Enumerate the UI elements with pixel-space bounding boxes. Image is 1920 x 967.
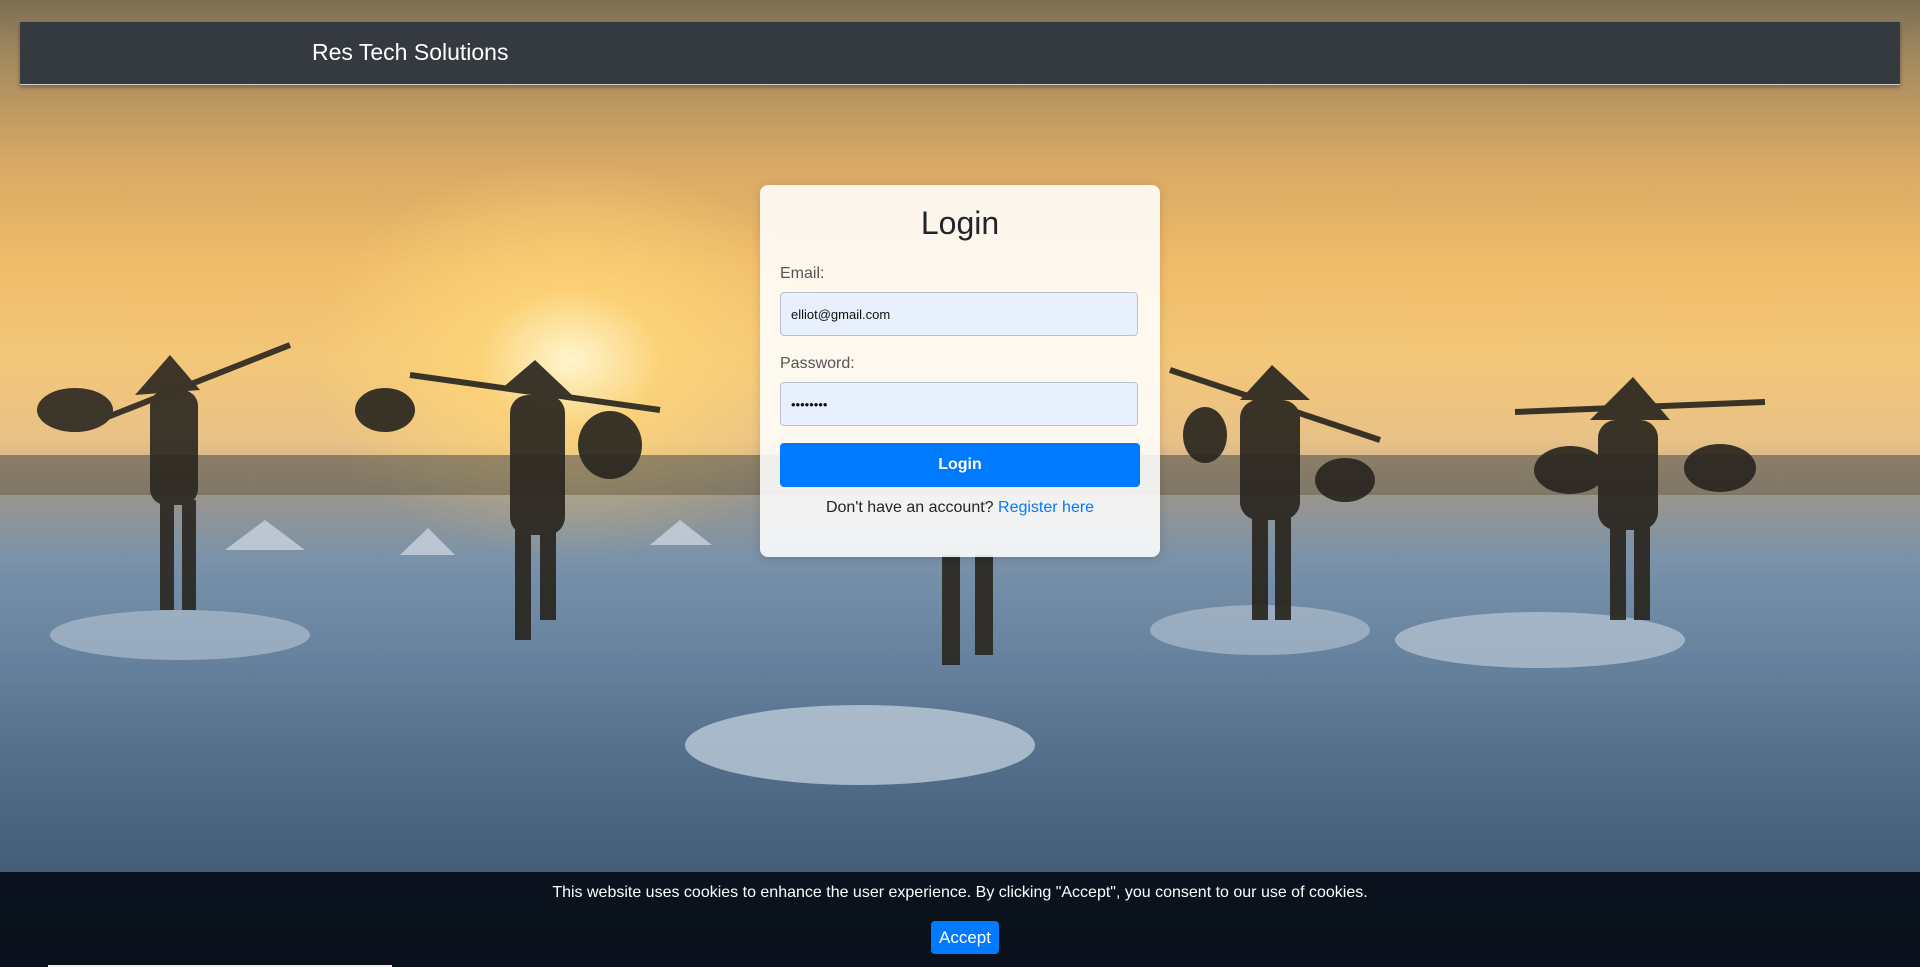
- accept-cookies-button[interactable]: Accept: [931, 921, 999, 954]
- register-link[interactable]: Register here: [998, 499, 1094, 516]
- cookie-banner: This website uses cookies to enhance the…: [0, 872, 1920, 967]
- password-label: Password:: [780, 355, 855, 372]
- email-input[interactable]: [780, 292, 1138, 336]
- cookie-message: This website uses cookies to enhance the…: [552, 884, 1368, 901]
- register-prompt-line: Don't have an account? Register here: [760, 499, 1160, 517]
- login-card: Login Email: Password: Login Don't have …: [760, 185, 1160, 557]
- login-button[interactable]: Login: [780, 443, 1140, 487]
- password-input[interactable]: [780, 382, 1138, 426]
- register-prompt-text: Don't have an account?: [825, 499, 994, 516]
- login-title: Login: [920, 205, 1000, 241]
- email-label: Email:: [780, 265, 825, 282]
- top-navbar: Res Tech Solutions: [20, 22, 1900, 85]
- brand-link[interactable]: Res Tech Solutions: [312, 39, 508, 66]
